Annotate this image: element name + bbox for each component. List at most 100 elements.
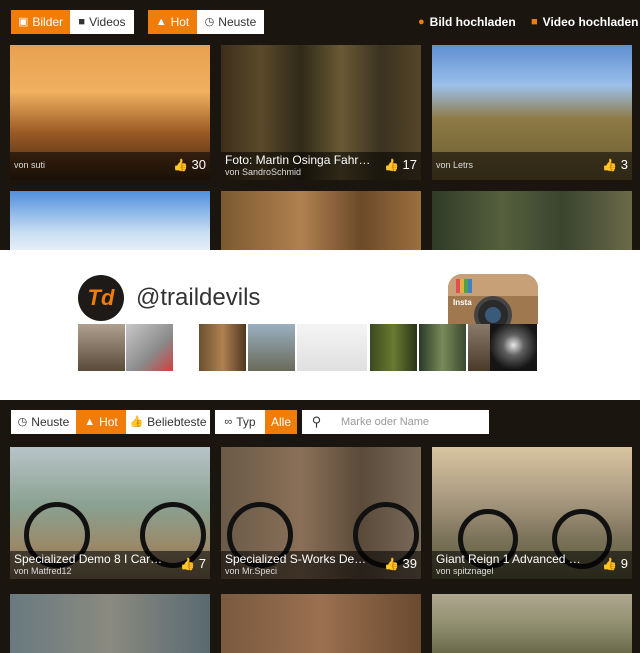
search-icon: ⚲ [311,414,322,429]
instagram-thumb[interactable] [468,324,490,371]
like-count[interactable]: 👍 7 [180,556,206,571]
thumbs-up-icon: 👍 [602,557,618,571]
filter-alle-label: Alle [270,415,291,429]
flame-icon: ▲ [155,16,167,28]
like-count-value: 30 [191,157,206,172]
instagram-thumb[interactable] [490,324,537,371]
thumbs-up-icon: 👍 [129,416,144,428]
instagram-thumb[interactable] [126,324,173,371]
bike-author: von Mr.Speci [225,566,278,576]
sort-neuste[interactable]: ◷ Neuste [197,10,264,34]
tab-bilder[interactable]: ▣ Bilder [11,10,70,34]
instagram-thumb[interactable] [419,324,466,371]
bike-card[interactable]: Specialized Demo 8 I Carbon ... von Matf… [10,447,210,579]
tab-videos-label: Videos [89,15,126,29]
clock-icon: ◷ [17,416,28,428]
search-button[interactable]: ⚲ [302,410,331,434]
bike-caption: Specialized S-Works Demo 20... von Mr.Sp… [221,551,421,579]
upload-image-link[interactable]: ● Bild hochladen [418,12,516,32]
clock-icon: ◷ [204,16,215,28]
bike-author: von spitznagel [436,566,494,576]
thumbs-up-icon: 👍 [172,158,188,172]
instagram-thumb[interactable] [370,324,417,371]
bike-title: Giant Reign 1 Advanced Carb... [436,552,586,566]
bike-title: Specialized Demo 8 I Carbon ... [14,552,164,566]
filter-beliebteste-label: Beliebteste [147,415,207,429]
photo-author: von suti [14,160,46,170]
like-count-value: 39 [402,556,417,571]
upload-image-label: Bild hochladen [429,15,516,29]
instagram-handle[interactable]: @traildevils [136,284,260,312]
traildevils-logo: Td [78,275,124,321]
photo-caption: von suti 👍 30 [10,152,210,180]
like-count-value: 9 [620,556,628,571]
camera-icon: ● [418,16,425,28]
instagram-icon: Insta [448,274,538,324]
image-icon: ▣ [17,16,29,28]
photo-image [432,191,632,250]
bike-caption: Giant Reign 1 Advanced Carb... von spitz… [432,551,632,579]
bike-card[interactable]: Specialized S-Works Demo 20... von Mr.Sp… [221,447,421,579]
video-icon: ■ [78,16,86,28]
like-count[interactable]: 👍 17 [384,157,417,172]
bike-author: von Matfred12 [14,566,72,576]
photo-title: Foto: Martin Osinga Fahrer: ... [225,153,375,167]
bicycle-icon: ∞ [224,416,233,428]
like-count[interactable]: 👍 3 [602,157,628,172]
filter-typ[interactable]: ∞ Typ [215,410,265,434]
video-camera-icon: ■ [531,16,538,28]
instagram-thumb[interactable] [78,324,125,371]
instagram-thumb[interactable] [248,324,295,371]
filter-typ-label: Typ [236,415,256,429]
filter-alle[interactable]: Alle [265,410,297,434]
search-input[interactable]: Marke oder Name [331,410,489,434]
photo-card[interactable] [432,191,632,250]
like-count-value: 7 [198,556,206,571]
filter-hot-label: Hot [99,415,118,429]
instagram-thumb[interactable] [199,324,246,371]
filter-hot[interactable]: ▲ Hot [76,410,126,434]
thumbs-up-icon: 👍 [383,158,399,172]
thumbs-up-icon: 👍 [180,557,196,571]
traildevils-logo-text: Td [87,285,115,310]
flame-icon: ▲ [84,416,96,428]
tab-videos[interactable]: ■ Videos [70,10,134,34]
sort-hot-label: Hot [170,15,190,29]
photo-image [10,191,210,250]
photo-card[interactable]: von suti 👍 30 [10,45,210,180]
like-count[interactable]: 👍 39 [384,556,417,571]
upload-video-label: Video hochladen [542,15,639,29]
tab-bilder-label: Bilder [32,15,64,29]
upload-video-link[interactable]: ■ Video hochladen [531,12,638,32]
instagram-badge-text: Insta [453,298,472,307]
bike-image [221,594,421,653]
thumbs-up-icon: 👍 [602,158,618,172]
bike-title: Specialized S-Works Demo 20... [225,552,375,566]
instagram-thumb[interactable] [297,324,367,371]
photo-card[interactable]: Foto: Martin Osinga Fahrer: ... von Sand… [221,45,421,180]
like-count-value: 17 [402,157,417,172]
bike-card[interactable] [221,594,421,653]
photo-card[interactable] [10,191,210,250]
bike-card[interactable]: Giant Reign 1 Advanced Carb... von spitz… [432,447,632,579]
bike-card[interactable] [10,594,210,653]
filter-neuste[interactable]: ◷ Neuste [11,410,76,434]
thumbs-up-icon: 👍 [383,557,399,571]
sort-neuste-label: Neuste [218,15,257,29]
photo-card[interactable]: von Letrs 👍 3 [432,45,632,180]
filter-neuste-label: Neuste [31,415,70,429]
like-count[interactable]: 👍 9 [602,556,628,571]
bike-image [10,594,210,653]
photo-card[interactable] [221,191,421,250]
bike-image [432,594,632,653]
bike-caption: Specialized Demo 8 I Carbon ... von Matf… [10,551,210,579]
photo-image [221,191,421,250]
photo-author: von Letrs [436,160,474,170]
bike-card[interactable] [432,594,632,653]
like-count-value: 3 [620,157,628,172]
sort-hot[interactable]: ▲ Hot [148,10,197,34]
like-count[interactable]: 👍 30 [173,157,206,172]
photo-caption: Foto: Martin Osinga Fahrer: ... von Sand… [221,152,421,180]
photo-caption: von Letrs 👍 3 [432,152,632,180]
filter-beliebteste[interactable]: 👍 Beliebteste [126,410,210,434]
